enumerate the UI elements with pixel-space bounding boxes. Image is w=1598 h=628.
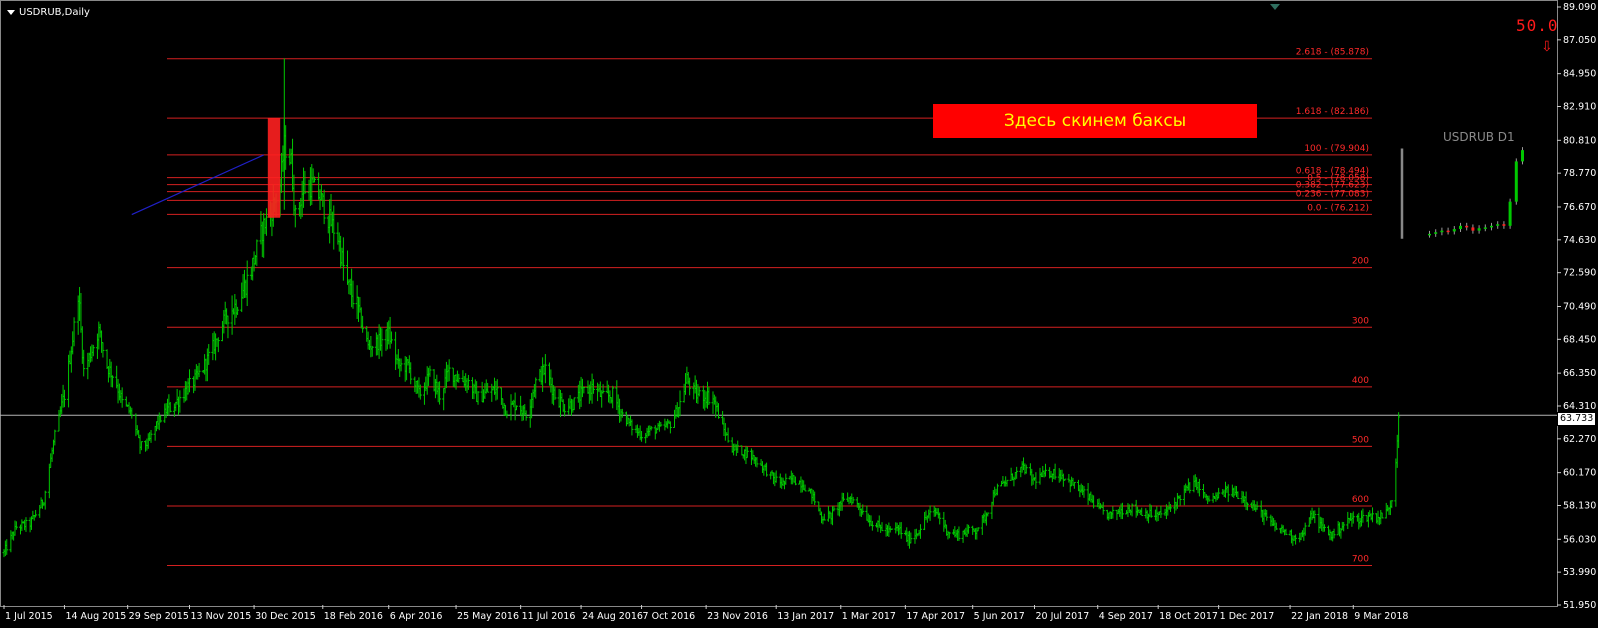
x-tick-label: 4 Sep 2017 — [1099, 611, 1153, 622]
x-tick-label: 5 Jun 2017 — [974, 611, 1025, 622]
x-tick-label: 13 Nov 2015 — [190, 611, 251, 622]
mini-candle — [1514, 161, 1518, 202]
y-tick-label: 84.950 — [1563, 69, 1596, 80]
x-tick-label: 14 Aug 2015 — [65, 611, 126, 622]
fib-level-label: 100 - (79.904) — [1304, 144, 1369, 154]
fib-level-label: 2.618 - (85.878) — [1296, 48, 1369, 58]
y-tick-label: 68.450 — [1563, 334, 1596, 345]
mini-candle — [1428, 233, 1431, 236]
mini-candle — [1446, 230, 1450, 233]
mini-candle — [1471, 227, 1475, 231]
x-tick-label: 23 Nov 2016 — [707, 611, 768, 622]
y-tick-label: 78.770 — [1563, 168, 1596, 179]
y-tick-label: 66.350 — [1563, 368, 1596, 379]
x-tick-label: 1 Jul 2015 — [5, 611, 53, 622]
mini-candle — [1459, 225, 1462, 230]
y-tick-label: 72.590 — [1563, 268, 1596, 279]
mini-candle — [1465, 225, 1469, 228]
x-tick-label: 6 Apr 2016 — [390, 611, 443, 622]
x-tick-label: 18 Oct 2017 — [1159, 611, 1218, 622]
y-tick-label: 62.270 — [1563, 434, 1596, 445]
y-tick-label: 87.050 — [1563, 35, 1596, 46]
mini-candle — [1490, 225, 1493, 228]
y-tick-label: 56.030 — [1563, 534, 1596, 545]
y-tick-label: 60.170 — [1563, 468, 1596, 479]
fib-level-label: 0.0 - (76.212) — [1307, 203, 1369, 213]
x-tick-label: 30 Dec 2015 — [255, 611, 316, 622]
x-tick-label: 22 Jan 2018 — [1291, 611, 1348, 622]
annotation-banner: Здесь скинем баксы — [933, 104, 1257, 138]
mini-candle — [1496, 224, 1500, 226]
mini-candle — [1483, 227, 1487, 229]
x-tick-label: 17 Apr 2017 — [906, 611, 965, 622]
fib-level-label: 700 — [1352, 555, 1369, 565]
fib-level-label: 0.236 - (77.083) — [1296, 189, 1369, 199]
fib-level-label: 1.618 - (82.186) — [1296, 107, 1369, 117]
x-tick-label: 20 Jul 2017 — [1036, 611, 1090, 622]
fib-level-label: 600 — [1352, 495, 1369, 505]
y-tick-label: 51.950 — [1563, 600, 1596, 611]
mini-candle — [1440, 230, 1444, 233]
y-tick-label: 53.990 — [1563, 567, 1596, 578]
x-tick-label: 11 Jul 2016 — [522, 611, 576, 622]
highlight-zone — [267, 117, 281, 218]
fib-level-label: 300 — [1352, 316, 1369, 326]
price-chart[interactable]: 89.090 87.050 84.950 82.910 80.810 78.770 76.6… — [0, 0, 1598, 628]
x-tick-label: 1 Mar 2017 — [842, 611, 896, 622]
x-tick-label: 25 May 2016 — [457, 611, 519, 622]
mini-candle — [1477, 228, 1481, 231]
mini-candle — [1502, 224, 1506, 226]
fib-level-label: 200 — [1352, 257, 1369, 267]
y-tick-label: 58.130 — [1563, 500, 1596, 511]
x-tick-label: 1 Dec 2017 — [1220, 611, 1275, 622]
plot-frame — [0, 0, 1558, 607]
y-tick-label: 64.310 — [1563, 401, 1596, 412]
spread-counter: 50.0 — [1516, 16, 1559, 35]
current-price-label: 63.733 — [1557, 412, 1597, 426]
mini-candle — [1508, 201, 1512, 226]
fib-level-label: 500 — [1352, 435, 1369, 445]
mini-candle — [1434, 232, 1438, 234]
mini-candle — [1521, 150, 1524, 162]
mini-chart-title: USDRUB D1 — [1443, 130, 1515, 144]
down-arrow-icon: ⇩ — [1541, 39, 1553, 55]
x-tick-label: 18 Feb 2016 — [324, 611, 383, 622]
y-tick-label: 76.670 — [1563, 202, 1596, 213]
x-tick-label: 24 Aug 2016 — [582, 611, 643, 622]
x-tick-label: 7 Oct 2016 — [643, 611, 696, 622]
mini-candle — [1452, 229, 1456, 232]
x-tick-label: 9 Mar 2018 — [1354, 611, 1408, 622]
y-tick-label: 70.490 — [1563, 301, 1596, 312]
y-tick-label: 74.630 — [1563, 235, 1596, 246]
fib-level-label: 400 — [1352, 376, 1369, 386]
y-tick-label: 89.090 — [1563, 2, 1596, 13]
y-tick-label: 82.910 — [1563, 102, 1596, 113]
x-tick-label: 13 Jan 2017 — [777, 611, 834, 622]
y-tick-label: 80.810 — [1563, 135, 1596, 146]
x-tick-label: 29 Sep 2015 — [129, 611, 189, 622]
